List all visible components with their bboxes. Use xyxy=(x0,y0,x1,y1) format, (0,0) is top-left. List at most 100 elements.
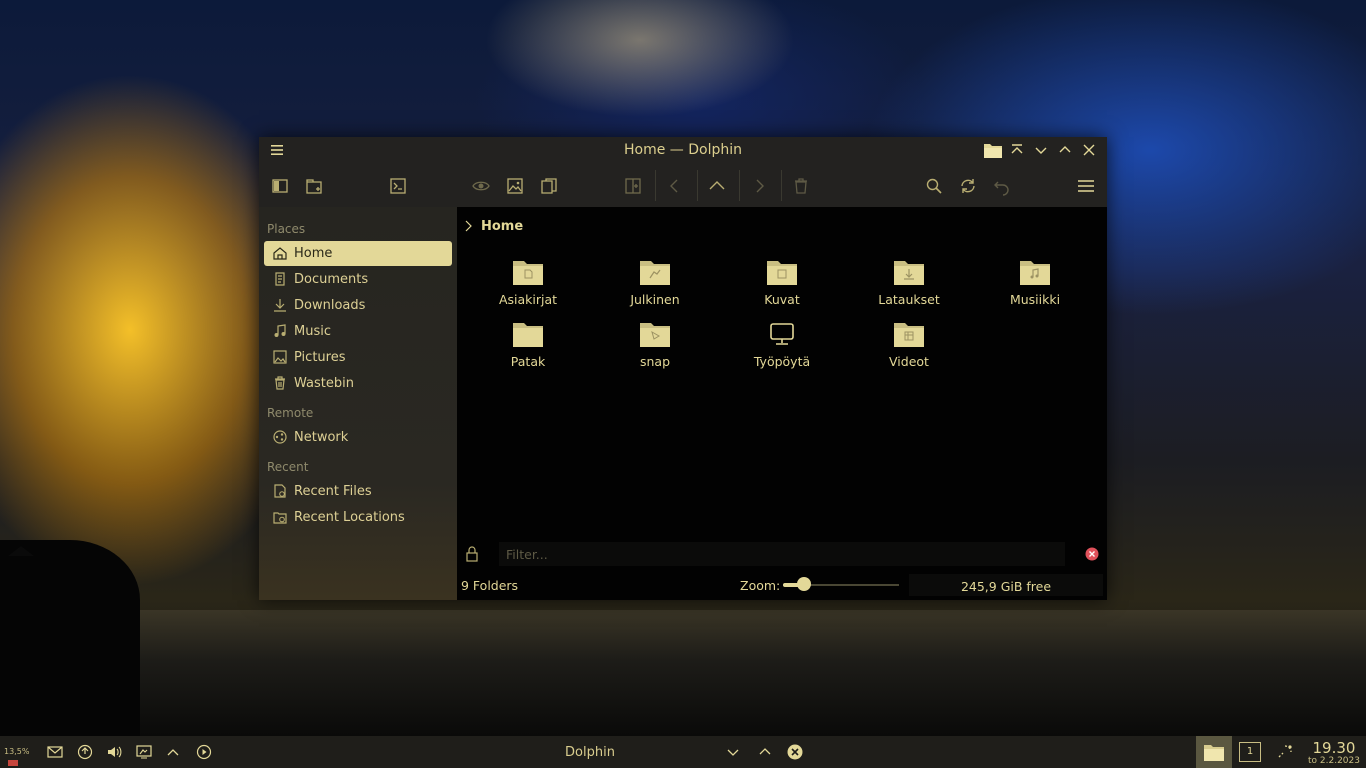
minimize-icon[interactable] xyxy=(1033,142,1049,158)
window-title: Home — Dolphin xyxy=(623,142,742,158)
desktop-icon xyxy=(770,323,794,345)
wallpaper-sea xyxy=(0,610,1366,736)
refresh-icon[interactable] xyxy=(958,176,978,196)
music-icon xyxy=(274,324,286,337)
file-item[interactable]: snap xyxy=(600,319,710,377)
folder-pictures-icon xyxy=(767,261,797,285)
terminal-icon[interactable] xyxy=(388,176,408,196)
filter-input[interactable] xyxy=(499,542,1065,566)
copy-location-icon[interactable] xyxy=(539,176,559,196)
file-item-label: Asiakirjat xyxy=(498,292,558,307)
file-item[interactable]: Asiakirjat xyxy=(473,257,583,315)
back-icon[interactable] xyxy=(665,176,685,196)
image-view-icon[interactable] xyxy=(505,176,525,196)
update-icon[interactable] xyxy=(77,744,93,760)
new-tab-icon[interactable] xyxy=(304,176,324,196)
file-item-label: Julkinen xyxy=(630,292,680,307)
minimize-window-icon[interactable] xyxy=(725,744,741,760)
filter-bar xyxy=(457,540,1107,568)
sidebar-item-music[interactable]: Music xyxy=(264,319,452,344)
maximize-window-icon[interactable] xyxy=(757,744,773,760)
lock-icon[interactable] xyxy=(465,546,479,562)
sidebar-item-pictures[interactable]: Pictures xyxy=(264,345,452,370)
split-view-icon[interactable] xyxy=(623,176,643,196)
file-item[interactable]: Patak xyxy=(473,319,583,377)
cpu-graph-icon xyxy=(8,760,18,766)
sidebar-item-recent-locations[interactable]: Recent Locations xyxy=(264,505,452,530)
dolphin-window: Home — Dolphin Places Home Documents Dow… xyxy=(259,137,1107,600)
toolbar-separator xyxy=(781,170,782,201)
recent-locations-icon xyxy=(273,512,287,524)
maximize-icon[interactable] xyxy=(1057,142,1073,158)
volume-icon[interactable] xyxy=(106,744,122,760)
media-play-icon[interactable] xyxy=(196,744,212,760)
active-window-title[interactable]: Dolphin xyxy=(520,745,660,760)
mail-icon[interactable] xyxy=(47,744,63,760)
wastebin-icon xyxy=(275,376,285,390)
file-item[interactable]: Musiikki xyxy=(980,257,1090,315)
section-title-remote: Remote xyxy=(267,406,314,420)
sidebar-item-wastebin[interactable]: Wastebin xyxy=(264,371,452,396)
sidebar-item-home[interactable]: Home xyxy=(264,241,452,266)
file-item-label: Lataukset xyxy=(878,292,940,307)
preview-icon[interactable] xyxy=(471,176,491,196)
show-panels-icon[interactable] xyxy=(270,176,290,196)
file-item-label: Musiikki xyxy=(1009,292,1061,307)
sidebar-item-downloads[interactable]: Downloads xyxy=(264,293,452,318)
pictures-icon xyxy=(273,350,287,364)
folder-public-icon xyxy=(640,261,670,285)
documents-icon xyxy=(275,272,285,286)
file-item[interactable]: Työpöytä xyxy=(727,319,837,377)
toolbar xyxy=(259,164,1107,207)
clock-time[interactable]: 19.30 xyxy=(1304,739,1364,757)
close-icon[interactable] xyxy=(1081,142,1097,158)
sidebar-item-label: Documents xyxy=(294,272,369,287)
undo-icon[interactable] xyxy=(992,176,1012,196)
network-activity-icon[interactable] xyxy=(1276,743,1294,761)
close-window-icon[interactable] xyxy=(787,744,803,760)
home-icon xyxy=(273,247,287,260)
zoom-slider-handle[interactable] xyxy=(796,577,811,591)
clear-filter-icon[interactable] xyxy=(1085,547,1099,561)
up-icon[interactable] xyxy=(707,176,727,196)
free-space: 245,9 GiB free xyxy=(960,579,1052,594)
sidebar-item-network[interactable]: Network xyxy=(264,425,452,450)
folder-snap-icon xyxy=(640,323,670,347)
toolbar-separator xyxy=(697,170,698,201)
file-view[interactable]: Home Asiakirjat Julkinen Kuvat Lataukset… xyxy=(457,207,1107,540)
file-item[interactable]: Julkinen xyxy=(600,257,710,315)
breadcrumb[interactable]: Home xyxy=(481,219,523,234)
search-icon[interactable] xyxy=(924,176,944,196)
sidebar-item-recent-files[interactable]: Recent Files xyxy=(264,479,452,504)
keep-above-icon[interactable] xyxy=(1009,142,1025,158)
wallpaper-cliff xyxy=(0,540,140,740)
sidebar-item-label: Music xyxy=(294,324,331,339)
app-folder-icon xyxy=(984,144,1002,158)
file-item-label: Kuvat xyxy=(764,292,800,307)
sidebar-item-documents[interactable]: Documents xyxy=(264,267,452,292)
file-item[interactable]: Lataukset xyxy=(854,257,964,315)
file-item-label: snap xyxy=(639,354,671,369)
virtual-desktop-pager[interactable]: 1 xyxy=(1239,742,1261,762)
sidebar-item-label: Wastebin xyxy=(294,376,354,391)
taskbar-dolphin-button[interactable] xyxy=(1196,736,1232,768)
folder-downloads-icon xyxy=(894,261,924,285)
sidebar-item-label: Recent Locations xyxy=(294,510,405,525)
clock-date[interactable]: to 2.2.2023 xyxy=(1304,756,1364,766)
file-item[interactable]: Videot xyxy=(854,319,964,377)
titlebar[interactable]: Home — Dolphin xyxy=(259,137,1107,164)
display-icon[interactable] xyxy=(136,744,152,760)
places-panel: Places Home Documents Downloads Music Pi… xyxy=(259,207,457,600)
folder-count: 9 Folders xyxy=(461,578,519,593)
sidebar-item-label: Home xyxy=(294,246,333,261)
hamburger-menu-icon[interactable] xyxy=(1076,176,1096,196)
file-item[interactable]: Kuvat xyxy=(727,257,837,315)
file-item-label: Patak xyxy=(510,354,546,369)
tray-expand-icon[interactable] xyxy=(165,744,181,760)
delete-icon[interactable] xyxy=(791,176,811,196)
forward-icon[interactable] xyxy=(749,176,769,196)
cpu-load: 13,5% xyxy=(4,747,30,756)
sidebar-item-label: Network xyxy=(294,430,349,445)
chevron-right-icon[interactable] xyxy=(463,220,473,232)
folder-videos-icon xyxy=(894,323,924,347)
